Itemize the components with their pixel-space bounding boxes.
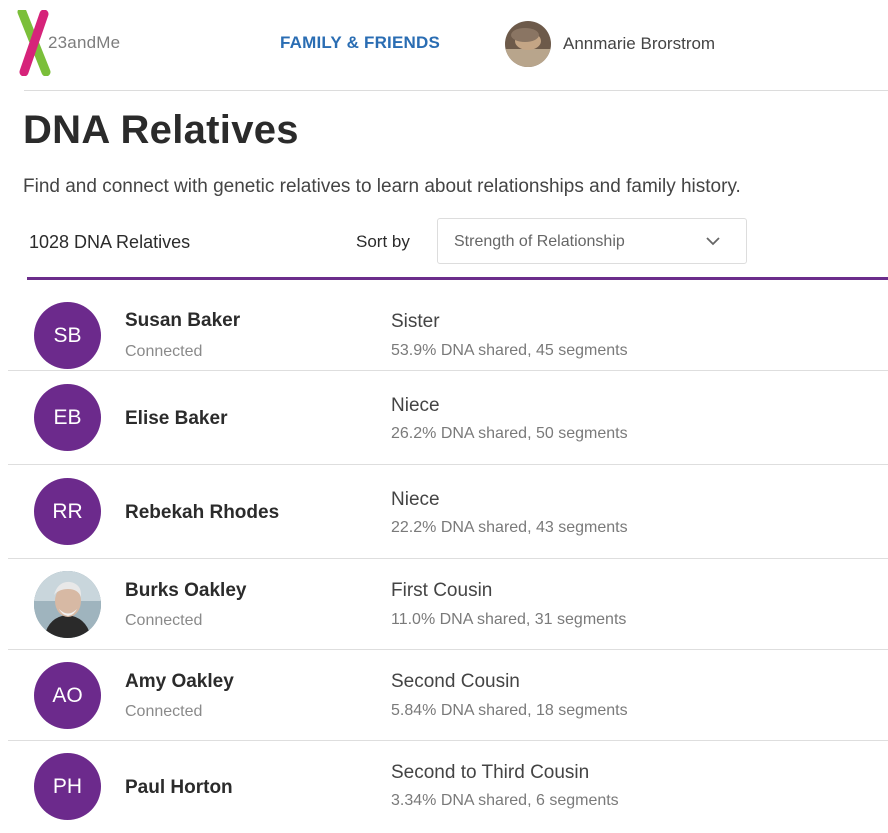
relationship-label: First Cousin (391, 580, 493, 601)
connection-status: Connected (125, 612, 203, 629)
relationship-label: Niece (391, 395, 440, 416)
relative-avatar (34, 571, 101, 638)
relative-name[interactable]: Paul Horton (125, 777, 233, 799)
sort-by-label: Sort by (356, 232, 410, 251)
logo[interactable]: 23andMe (16, 10, 146, 76)
page-subtitle: Find and connect with genetic relatives … (23, 176, 741, 197)
relative-name[interactable]: Rebekah Rhodes (125, 502, 279, 524)
relative-row[interactable]: PH Paul Horton Second to Third Cousin 3.… (8, 741, 888, 831)
relationship-label: Second to Third Cousin (391, 762, 590, 783)
relative-row[interactable]: RR Rebekah Rhodes Niece 22.2% DNA shared… (8, 465, 888, 559)
relationship-label: Second Cousin (391, 671, 520, 692)
relatives-count: 1028 DNA Relatives (29, 232, 191, 252)
dna-shared-text: 11.0% DNA shared, 31 segments (391, 611, 627, 628)
nav-divider (24, 90, 888, 91)
page-title: DNA Relatives (23, 108, 299, 152)
relationship-label: Sister (391, 311, 440, 332)
dna-shared-text: 5.84% DNA shared, 18 segments (391, 702, 628, 719)
relative-avatar: PH (34, 753, 101, 820)
dna-shared-text: 22.2% DNA shared, 43 segments (391, 519, 628, 536)
relative-avatar: RR (34, 478, 101, 545)
relationship-label: Niece (391, 489, 440, 510)
relatives-list: SB Susan Baker Connected Sister 53.9% DN… (0, 280, 888, 831)
relative-avatar: AO (34, 662, 101, 729)
sort-selected-value: Strength of Relationship (454, 233, 625, 250)
dna-shared-text: 26.2% DNA shared, 50 segments (391, 425, 628, 442)
chevron-down-icon (706, 237, 720, 246)
dna-shared-text: 3.34% DNA shared, 6 segments (391, 792, 619, 809)
relative-row[interactable]: AO Amy Oakley Connected Second Cousin 5.… (8, 650, 888, 741)
sort-dropdown[interactable]: Strength of Relationship (437, 218, 747, 264)
relative-name[interactable]: Elise Baker (125, 408, 227, 430)
relative-avatar: SB (34, 302, 101, 369)
relative-name[interactable]: Susan Baker (125, 310, 240, 332)
relative-avatar: EB (34, 384, 101, 451)
connection-status: Connected (125, 343, 203, 360)
family-friends-link[interactable]: FAMILY & FRIENDS (280, 33, 440, 53)
user-name[interactable]: Annmarie Brorstrom (563, 34, 715, 54)
user-photo-icon (505, 21, 551, 67)
top-nav: 23andMe FAMILY & FRIENDS Annmarie Brorst… (0, 0, 888, 90)
relative-name[interactable]: Burks Oakley (125, 580, 246, 602)
profile-photo-icon (34, 571, 101, 638)
dna-shared-text: 53.9% DNA shared, 45 segments (391, 342, 628, 359)
relative-name[interactable]: Amy Oakley (125, 671, 234, 693)
relative-row[interactable]: SB Susan Baker Connected Sister 53.9% DN… (8, 280, 888, 371)
connection-status: Connected (125, 703, 203, 720)
logo-text: 23andMe (48, 33, 121, 52)
relative-row[interactable]: Burks Oakley Connected First Cousin 11.0… (8, 559, 888, 650)
relative-row[interactable]: EB Elise Baker Niece 26.2% DNA shared, 5… (8, 371, 888, 465)
user-avatar[interactable] (505, 21, 551, 67)
